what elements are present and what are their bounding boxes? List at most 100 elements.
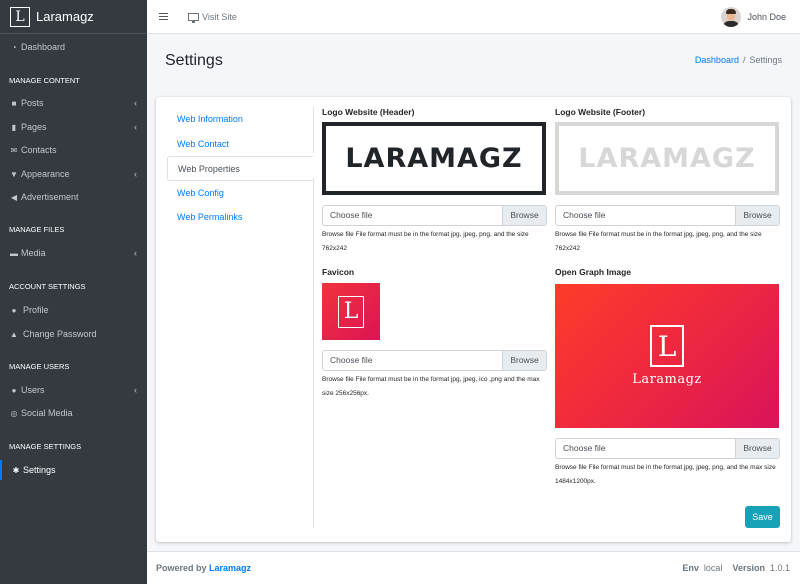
tab-web-permalinks[interactable]: Web Permalinks [167,205,314,230]
desktop-icon [188,12,199,23]
og-image-help: Browse file File format must be in the f… [555,464,776,485]
dashboard-icon: ◔ [11,42,17,52]
sidebar-item-change-password[interactable]: ▲ Change Password [0,324,147,344]
sidebar-item-appearance[interactable]: ▼ Appearance ‹ [0,164,147,184]
breadcrumb: Dashboard / Settings [695,55,782,65]
file-placeholder: Choose file [563,443,606,453]
logo-footer-help: Browse file File format must be in the f… [555,231,762,252]
logo-footer-file-input[interactable]: Choose file Browse [555,205,780,226]
favicon-label: Favicon [322,267,355,277]
sidebar-item-label: Contacts [21,145,57,155]
favicon-file-input[interactable]: Choose file Browse [322,350,547,371]
user-menu[interactable]: John Doe [721,6,786,27]
tab-web-properties[interactable]: Web Properties [167,156,314,181]
sidebar-item-dashboard[interactable]: ◔ Dashboard [0,37,147,57]
posts-icon: ■ [11,98,17,108]
sidebar-item-profile[interactable]: ● Profile [0,300,147,320]
breadcrumb-current: Settings [749,55,782,65]
brand-name: Laramagz [36,9,94,24]
browse-button[interactable]: Browse [735,206,779,225]
footer: Powered by Laramagz Env local Version 1.… [147,551,800,584]
og-logo-letter: L [650,325,684,367]
footer-meta: Env local Version 1.0.1 [682,563,790,573]
brand-logo: L [10,6,30,27]
settings-card: Web Information Web Contact Web Properti… [156,97,791,542]
sidebar-item-label: Settings [23,465,56,475]
tab-web-information[interactable]: Web Information [167,107,314,132]
bullhorn-icon: ◀ [10,192,18,202]
gears-icon: ✱ [12,465,20,475]
envelope-icon: ✉ [10,145,18,155]
logo-footer-preview: LARAMAGZ [555,122,779,195]
chevron-left-icon: ‹ [134,248,137,258]
chevron-left-icon: ‹ [134,169,137,179]
version-value: 1.0.1 [769,563,790,573]
nav-header-manage-files: MANAGE FILES [9,225,65,234]
sidebar-item-label: Users [21,385,45,395]
lock-icon: ▲ [10,329,18,339]
sidebar-item-media[interactable]: ▬ Media ‹ [0,243,147,263]
sidebar-item-label: Social Media [21,408,73,418]
og-logo-text: Laramagz [632,372,702,387]
tab-divider-gap [313,153,314,178]
sidebar-item-label: Change Password [23,329,97,339]
chevron-left-icon: ‹ [134,122,137,132]
logo-header-help: Browse file File format must be in the f… [322,231,529,252]
visit-site-label: Visit Site [202,11,237,22]
browse-button[interactable]: Browse [502,351,546,370]
sidebar-item-label: Pages [21,122,47,132]
file-placeholder: Choose file [330,210,373,220]
logo-footer-label: Logo Website (Footer) [555,107,646,117]
logo-header-label: Logo Website (Header) [322,107,415,117]
og-image-label: Open Graph Image [555,267,632,277]
sidebar-item-label: Posts [21,98,44,108]
env-value: local [703,563,723,573]
sidebar-item-posts[interactable]: ■ Posts ‹ [0,93,147,113]
breadcrumb-dashboard-link[interactable]: Dashboard [695,55,739,65]
sidebar-item-pages[interactable]: ▮ Pages ‹ [0,117,147,137]
user-icon: ● [11,305,17,315]
tab-web-contact[interactable]: Web Contact [167,132,314,157]
users-icon: ● [11,385,17,395]
sidebar-item-settings[interactable]: ✱ Settings [0,460,147,480]
powered-by-label: Powered by [156,563,207,573]
topbar: Visit Site John Doe [147,0,800,34]
brand[interactable]: L Laramagz [0,0,147,34]
visit-site-link[interactable]: Visit Site [188,11,237,23]
sidebar-item-label: Media [21,248,46,258]
save-button[interactable]: Save [745,506,780,528]
favicon-preview: L [322,283,380,340]
nav-header-manage-content: MANAGE CONTENT [9,76,80,85]
browse-button[interactable]: Browse [502,206,546,225]
sidebar-item-contacts[interactable]: ✉ Contacts [0,140,147,160]
sidebar-item-label: Appearance [21,169,70,179]
sidebar-item-advertisement[interactable]: ◀ Advertisement [0,187,147,207]
sidebar-item-users[interactable]: ● Users ‹ [0,380,147,400]
favicon-letter: L [338,295,364,328]
user-name: John Doe [747,11,786,22]
nav-header-account-settings: ACCOUNT SETTINGS [9,282,86,291]
hamburger-menu-icon[interactable] [159,13,168,20]
file-placeholder: Choose file [563,210,606,220]
file-placeholder: Choose file [330,355,373,365]
nav-header-manage-settings: MANAGE SETTINGS [9,442,82,451]
favicon-help: Browse file File format must be in the f… [322,376,540,397]
og-image-file-input[interactable]: Choose file Browse [555,438,780,459]
sidebar: L Laramagz ◔ Dashboard MANAGE CONTENT ■ Po… [0,0,147,584]
og-image-preview: L Laramagz [555,284,779,428]
powered-by-link[interactable]: Laramagz [209,563,251,573]
chevron-left-icon: ‹ [134,98,137,108]
media-icon: ▬ [10,248,18,258]
logo-header-preview: LARAMAGZ [322,122,546,195]
sidebar-item-label: Profile [23,305,49,315]
env-label: Env [682,563,699,573]
globe-icon: ◎ [10,408,18,418]
powered-by: Powered by Laramagz [156,563,251,573]
tab-web-config[interactable]: Web Config [167,181,314,206]
sidebar-item-social-media[interactable]: ◎ Social Media [0,403,147,423]
settings-tabs: Web Information Web Contact Web Properti… [167,107,314,230]
avatar [721,6,742,27]
logo-header-file-input[interactable]: Choose file Browse [322,205,547,226]
browse-button[interactable]: Browse [735,439,779,458]
sidebar-item-label: Dashboard [21,42,66,52]
